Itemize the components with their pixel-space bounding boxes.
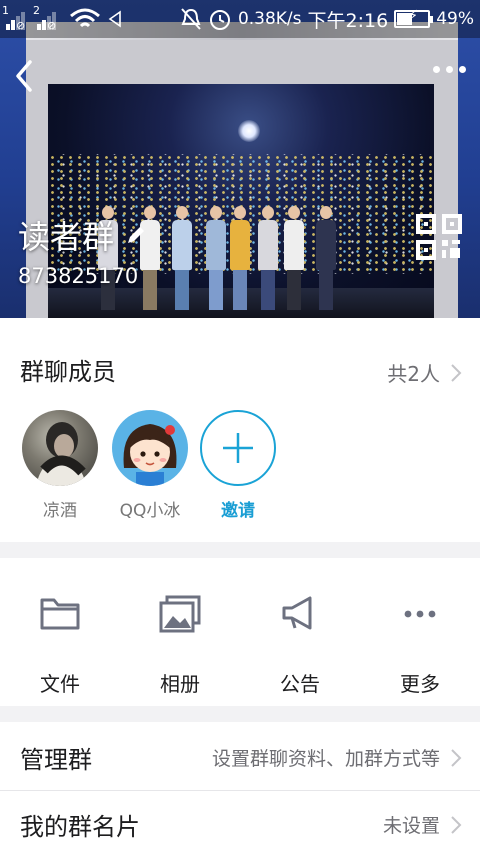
action-label: 文件 (40, 672, 80, 696)
members-count: 共2人 (387, 362, 440, 386)
plus-icon (223, 433, 253, 463)
group-name[interactable]: 读者群 (18, 212, 148, 258)
member-name: 凉酒 (43, 501, 77, 521)
signal-1-icon: 1 ⊘ (2, 4, 26, 32)
my-group-card-value: 未设置 (382, 815, 440, 837)
my-group-card-title: 我的群名片 (20, 813, 140, 841)
avatar[interactable] (22, 410, 98, 486)
members-count-link[interactable]: 共2人 (387, 358, 462, 387)
chevron-right-icon (451, 815, 462, 834)
member-name: QQ小冰 (119, 501, 181, 521)
qr-code-icon[interactable] (416, 214, 462, 260)
my-group-card-row[interactable]: 我的群名片 未设置 (0, 791, 480, 854)
wifi-icon (70, 8, 100, 28)
action-label: 相册 (160, 672, 200, 696)
status-bar: 1 ⊘ 2 ⊘ 0.38K/s 下午2:16 ⚡ 49% (0, 0, 480, 38)
back-arrow-icon[interactable] (10, 56, 40, 96)
battery-percent: 49% (436, 9, 474, 29)
folder-icon (40, 598, 80, 630)
invite-button[interactable] (200, 410, 276, 486)
alarm-icon (209, 10, 230, 30)
manage-group-title: 管理群 (20, 746, 92, 774)
group-number: 873825170 (18, 264, 139, 288)
manage-group-row[interactable]: 管理群 设置群聊资料、加群方式等 (0, 722, 480, 790)
megaphone-icon (282, 596, 312, 630)
group-actions: 文件 相册 公告 更多 (0, 558, 480, 706)
members-title: 群聊成员 (20, 358, 116, 386)
manage-group-hint: 设置群聊资料、加群方式等 (211, 748, 440, 770)
invite-label: 邀请 (221, 501, 255, 521)
action-label: 公告 (280, 672, 320, 696)
pencil-icon[interactable] (124, 223, 148, 247)
silent-icon (181, 8, 201, 30)
photo-album-icon (159, 595, 201, 633)
invite-item[interactable]: 邀请 (200, 410, 276, 521)
members-section: 群聊成员 共2人 凉酒 QQ小冰 邀请 (0, 318, 480, 542)
chevron-right-icon (451, 363, 462, 382)
signal-2-icon: 2 ⊘ (33, 4, 57, 32)
clock: 下午2:16 (307, 9, 389, 32)
battery-icon: ⚡ (394, 8, 434, 28)
announcement-action[interactable]: 公告 (240, 594, 360, 697)
more-dots-icon (404, 610, 436, 618)
action-label: 更多 (400, 672, 440, 696)
album-action[interactable]: 相册 (120, 594, 240, 697)
more-action[interactable]: 更多 (360, 594, 480, 697)
chevron-right-icon (451, 748, 462, 767)
cast-icon (108, 10, 121, 28)
group-header: 1 ⊘ 2 ⊘ 0.38K/s 下午2:16 ⚡ 49% 读者群 8738251… (0, 0, 480, 318)
member-item[interactable]: 凉酒 (22, 410, 98, 521)
member-item[interactable]: QQ小冰 (112, 410, 188, 521)
more-menu-icon[interactable] (433, 66, 466, 73)
avatar[interactable] (112, 410, 188, 486)
files-action[interactable]: 文件 (0, 594, 120, 697)
network-speed: 0.38K/s (237, 9, 302, 29)
